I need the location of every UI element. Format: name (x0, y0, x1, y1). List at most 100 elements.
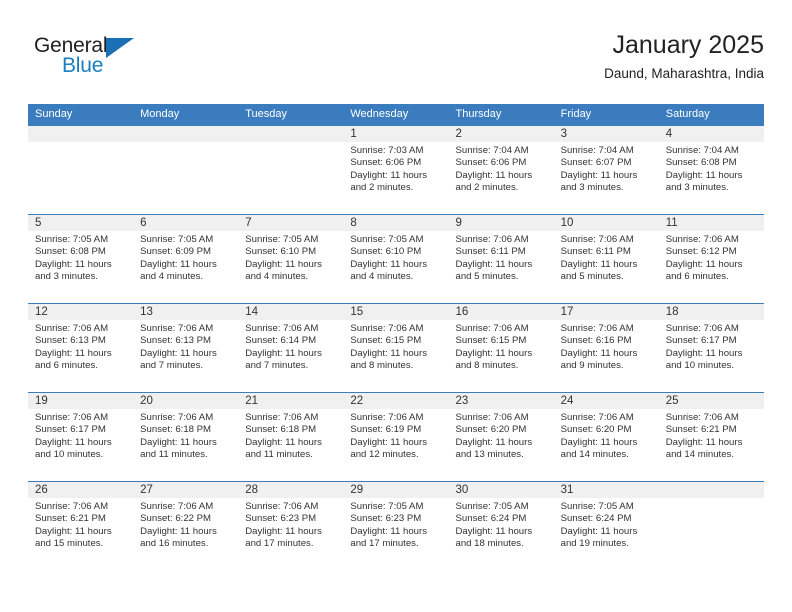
daylight-text-line2: and 4 minutes. (140, 271, 204, 283)
day-number: 22 (350, 395, 364, 407)
day-cell[interactable]: 15 Sunrise: 7:06 AM Sunset: 6:15 PM Dayl… (343, 304, 448, 392)
day-cell[interactable]: 7 Sunrise: 7:05 AM Sunset: 6:10 PM Dayli… (238, 215, 343, 303)
day-cell[interactable]: 27 Sunrise: 7:06 AM Sunset: 6:22 PM Dayl… (133, 482, 238, 570)
day-cell[interactable]: 21 Sunrise: 7:06 AM Sunset: 6:18 PM Dayl… (238, 393, 343, 481)
week-row: 5 Sunrise: 7:05 AM Sunset: 6:08 PM Dayli… (28, 214, 764, 303)
daylight-text-line2: and 18 minutes. (455, 538, 524, 550)
day-details: Sunrise: 7:05 AM Sunset: 6:09 PM Dayligh… (133, 231, 238, 284)
day-number: 28 (245, 484, 259, 496)
sunrise-text: Sunrise: 7:03 AM (350, 145, 424, 156)
sunset-text: Sunset: 6:13 PM (140, 335, 212, 347)
day-cell[interactable]: 12 Sunrise: 7:06 AM Sunset: 6:13 PM Dayl… (28, 304, 133, 392)
daylight-text-line2: and 9 minutes. (560, 360, 624, 372)
day-cell[interactable] (238, 126, 343, 214)
day-details: Sunrise: 7:06 AM Sunset: 6:22 PM Dayligh… (133, 498, 238, 551)
daylight-text-line2: and 3 minutes. (560, 182, 624, 194)
day-cell[interactable]: 16 Sunrise: 7:06 AM Sunset: 6:15 PM Dayl… (449, 304, 554, 392)
day-cell[interactable] (659, 482, 764, 570)
day-cell[interactable]: 17 Sunrise: 7:06 AM Sunset: 6:16 PM Dayl… (554, 304, 659, 392)
day-details: Sunrise: 7:04 AM Sunset: 6:08 PM Dayligh… (659, 142, 764, 195)
day-cell[interactable]: 30 Sunrise: 7:05 AM Sunset: 6:24 PM Dayl… (449, 482, 554, 570)
daylight-text-line1: Daylight: 11 hours (140, 258, 217, 270)
day-number (28, 126, 133, 142)
sunrise-text: Sunrise: 7:06 AM (140, 412, 214, 423)
day-cell[interactable]: 6 Sunrise: 7:05 AM Sunset: 6:09 PM Dayli… (133, 215, 238, 303)
daylight-text-line2: and 3 minutes. (35, 271, 98, 283)
day-cell[interactable]: 19 Sunrise: 7:06 AM Sunset: 6:17 PM Dayl… (28, 393, 133, 481)
day-number: 5 (35, 217, 42, 229)
week-row: 12 Sunrise: 7:06 AM Sunset: 6:13 PM Dayl… (28, 303, 764, 392)
day-cell[interactable]: 13 Sunrise: 7:06 AM Sunset: 6:13 PM Dayl… (133, 304, 238, 392)
sunrise-text: Sunrise: 7:04 AM (560, 145, 634, 156)
daylight-text-line2: and 17 minutes. (245, 538, 314, 550)
day-cell[interactable] (28, 126, 133, 214)
day-cell[interactable]: 24 Sunrise: 7:06 AM Sunset: 6:20 PM Dayl… (554, 393, 659, 481)
daylight-text-line1: Daylight: 11 hours (350, 169, 427, 181)
daylight-text-line2: and 13 minutes. (455, 449, 524, 461)
daylight-text-line1: Daylight: 11 hours (35, 525, 112, 537)
day-cell[interactable]: 8 Sunrise: 7:05 AM Sunset: 6:10 PM Dayli… (343, 215, 448, 303)
day-cell[interactable]: 9 Sunrise: 7:06 AM Sunset: 6:11 PM Dayli… (449, 215, 554, 303)
day-number: 24 (560, 395, 574, 407)
day-cell[interactable]: 28 Sunrise: 7:06 AM Sunset: 6:23 PM Dayl… (238, 482, 343, 570)
day-number: 29 (350, 484, 364, 496)
day-number: 2 (455, 128, 462, 140)
daylight-text-line2: and 3 minutes. (665, 182, 729, 194)
day-number: 30 (455, 484, 469, 496)
day-cell[interactable]: 23 Sunrise: 7:06 AM Sunset: 6:20 PM Dayl… (449, 393, 554, 481)
day-cell[interactable] (133, 126, 238, 214)
sunset-text: Sunset: 6:17 PM (665, 335, 737, 347)
day-cell[interactable]: 5 Sunrise: 7:05 AM Sunset: 6:08 PM Dayli… (28, 215, 133, 303)
day-details: Sunrise: 7:06 AM Sunset: 6:21 PM Dayligh… (28, 498, 133, 551)
sunrise-text: Sunrise: 7:04 AM (665, 145, 739, 156)
sunset-text: Sunset: 6:06 PM (350, 157, 422, 169)
sunrise-text: Sunrise: 7:05 AM (455, 501, 529, 512)
daylight-text-line1: Daylight: 11 hours (665, 258, 743, 270)
day-cell[interactable]: 3 Sunrise: 7:04 AM Sunset: 6:07 PM Dayli… (554, 126, 659, 214)
page-title: January 2025 (612, 31, 764, 59)
sunrise-text: Sunrise: 7:05 AM (245, 234, 319, 245)
logo-word-blue: Blue (62, 54, 104, 77)
day-cell[interactable]: 10 Sunrise: 7:06 AM Sunset: 6:11 PM Dayl… (554, 215, 659, 303)
daylight-text-line1: Daylight: 11 hours (245, 525, 322, 537)
sunrise-text: Sunrise: 7:06 AM (35, 501, 109, 512)
day-cell[interactable]: 14 Sunrise: 7:06 AM Sunset: 6:14 PM Dayl… (238, 304, 343, 392)
day-cell[interactable]: 2 Sunrise: 7:04 AM Sunset: 6:06 PM Dayli… (449, 126, 554, 214)
day-cell[interactable]: 25 Sunrise: 7:06 AM Sunset: 6:21 PM Dayl… (659, 393, 764, 481)
daylight-text-line1: Daylight: 11 hours (140, 347, 217, 359)
sunset-text: Sunset: 6:15 PM (455, 335, 527, 347)
day-details: Sunrise: 7:06 AM Sunset: 6:18 PM Dayligh… (238, 409, 343, 462)
daylight-text-line1: Daylight: 11 hours (245, 347, 322, 359)
day-details: Sunrise: 7:06 AM Sunset: 6:17 PM Dayligh… (659, 320, 764, 373)
sunrise-text: Sunrise: 7:05 AM (35, 234, 109, 245)
daylight-text-line1: Daylight: 11 hours (245, 436, 322, 448)
sunrise-text: Sunrise: 7:06 AM (140, 501, 214, 512)
day-details: Sunrise: 7:06 AM Sunset: 6:21 PM Dayligh… (659, 409, 764, 462)
day-number: 27 (140, 484, 153, 496)
day-cell[interactable]: 31 Sunrise: 7:05 AM Sunset: 6:24 PM Dayl… (554, 482, 659, 570)
day-cell[interactable]: 18 Sunrise: 7:06 AM Sunset: 6:17 PM Dayl… (659, 304, 764, 392)
day-cell[interactable]: 1 Sunrise: 7:03 AM Sunset: 6:06 PM Dayli… (343, 126, 448, 214)
daylight-text-line2: and 5 minutes. (560, 271, 624, 283)
sunrise-text: Sunrise: 7:06 AM (350, 323, 424, 334)
day-details: Sunrise: 7:06 AM Sunset: 6:17 PM Dayligh… (28, 409, 133, 462)
day-cell[interactable]: 4 Sunrise: 7:04 AM Sunset: 6:08 PM Dayli… (659, 126, 764, 214)
sunrise-text: Sunrise: 7:06 AM (455, 323, 529, 334)
sunset-text: Sunset: 6:11 PM (455, 246, 526, 258)
day-cell[interactable]: 22 Sunrise: 7:06 AM Sunset: 6:19 PM Dayl… (343, 393, 448, 481)
day-number (133, 126, 238, 142)
day-cell[interactable]: 26 Sunrise: 7:06 AM Sunset: 6:21 PM Dayl… (28, 482, 133, 570)
weekday-header-friday: Friday (560, 108, 592, 120)
day-details: Sunrise: 7:03 AM Sunset: 6:06 PM Dayligh… (343, 142, 448, 195)
daylight-text-line2: and 6 minutes. (35, 360, 98, 372)
day-cell[interactable]: 20 Sunrise: 7:06 AM Sunset: 6:18 PM Dayl… (133, 393, 238, 481)
weekday-header-sunday: Sunday (35, 108, 73, 120)
sunrise-text: Sunrise: 7:06 AM (245, 323, 319, 334)
day-number: 31 (560, 484, 574, 496)
daylight-text-line2: and 19 minutes. (560, 538, 629, 550)
day-cell[interactable]: 11 Sunrise: 7:06 AM Sunset: 6:12 PM Dayl… (659, 215, 764, 303)
general-blue-logo[interactable]: General Blue (34, 34, 194, 86)
sunset-text: Sunset: 6:18 PM (140, 424, 212, 436)
sunrise-text: Sunrise: 7:06 AM (560, 323, 634, 334)
day-cell[interactable]: 29 Sunrise: 7:05 AM Sunset: 6:23 PM Dayl… (343, 482, 448, 570)
